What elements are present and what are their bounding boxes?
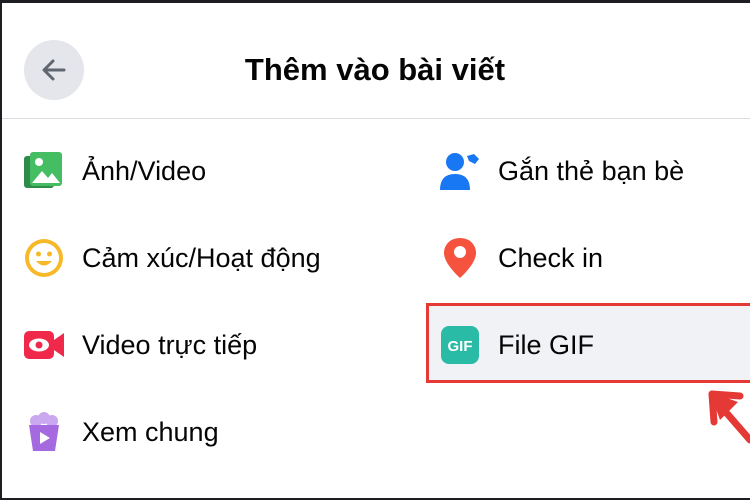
gif-icon: GIF [438, 323, 482, 367]
option-label: Video trực tiếp [82, 329, 258, 360]
page-title: Thêm vào bài viết [244, 52, 506, 87]
photo-video-icon [22, 149, 66, 193]
option-tag-friends[interactable]: Gắn thẻ bạn bè [438, 136, 738, 206]
option-label: Xem chung [82, 416, 219, 447]
header: Thêm vào bài viết [0, 0, 750, 120]
smiley-icon [22, 236, 66, 280]
option-live-video[interactable]: Video trực tiếp [22, 310, 402, 380]
divider [0, 118, 750, 119]
option-gif-file[interactable]: GIF File GIF [438, 310, 738, 380]
location-pin-icon [438, 236, 482, 280]
svg-text:GIF: GIF [448, 338, 473, 355]
red-arrow-annotation [708, 390, 750, 444]
option-label: Ảnh/Video [82, 155, 207, 186]
live-video-icon [22, 323, 66, 367]
option-feeling-activity[interactable]: Cảm xúc/Hoạt động [22, 223, 402, 293]
option-label: File GIF [498, 329, 595, 360]
option-label: Cảm xúc/Hoạt động [82, 242, 321, 273]
option-check-in[interactable]: Check in [438, 223, 738, 293]
option-watch-party[interactable]: Xem chung [22, 397, 402, 467]
option-label: Gắn thẻ bạn bè [498, 155, 685, 186]
option-label: Check in [498, 242, 604, 273]
option-photo-video[interactable]: Ảnh/Video [22, 136, 402, 206]
tag-friends-icon [438, 149, 482, 193]
watch-party-icon [22, 410, 66, 454]
